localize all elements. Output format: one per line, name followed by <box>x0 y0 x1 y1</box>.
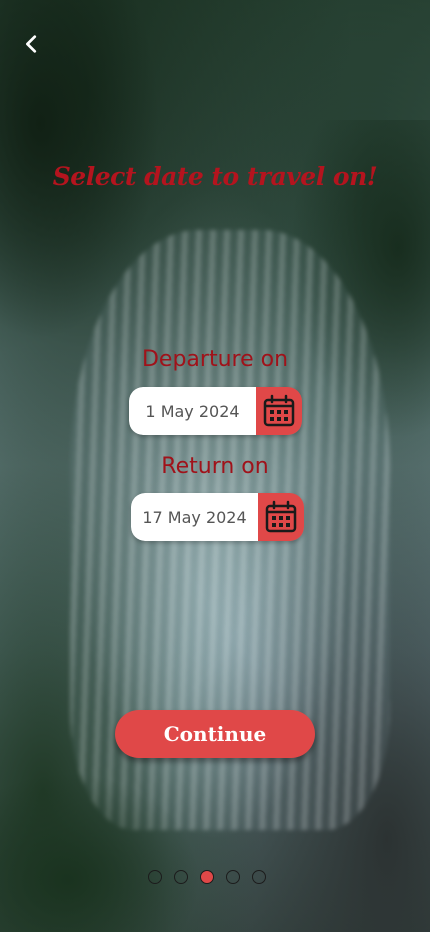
departure-date-field[interactable]: 1 May 2024 <box>129 387 302 435</box>
departure-date-value[interactable]: 1 May 2024 <box>129 387 256 435</box>
calendar-icon <box>265 500 297 533</box>
continue-button[interactable]: Continue <box>115 710 315 758</box>
background-foliage <box>0 772 200 932</box>
departure-calendar-button[interactable] <box>256 387 302 435</box>
page-title: Select date to travel on! <box>52 162 378 191</box>
pagination-dot[interactable] <box>174 870 188 884</box>
pagination-dots <box>148 870 266 884</box>
pagination-dot[interactable] <box>148 870 162 884</box>
return-date-field[interactable]: 17 May 2024 <box>131 493 304 541</box>
calendar-icon <box>263 394 295 427</box>
pagination-dot[interactable] <box>252 870 266 884</box>
pagination-dot[interactable] <box>200 870 214 884</box>
date-selection-screen: Select date to travel on! Departure on 1… <box>0 0 430 932</box>
return-calendar-button[interactable] <box>258 493 304 541</box>
back-button[interactable] <box>18 30 46 58</box>
return-date-value[interactable]: 17 May 2024 <box>131 493 258 541</box>
pagination-dot[interactable] <box>226 870 240 884</box>
chevron-left-icon <box>26 35 37 53</box>
return-label: Return on <box>161 454 269 479</box>
departure-label: Departure on <box>141 347 289 372</box>
